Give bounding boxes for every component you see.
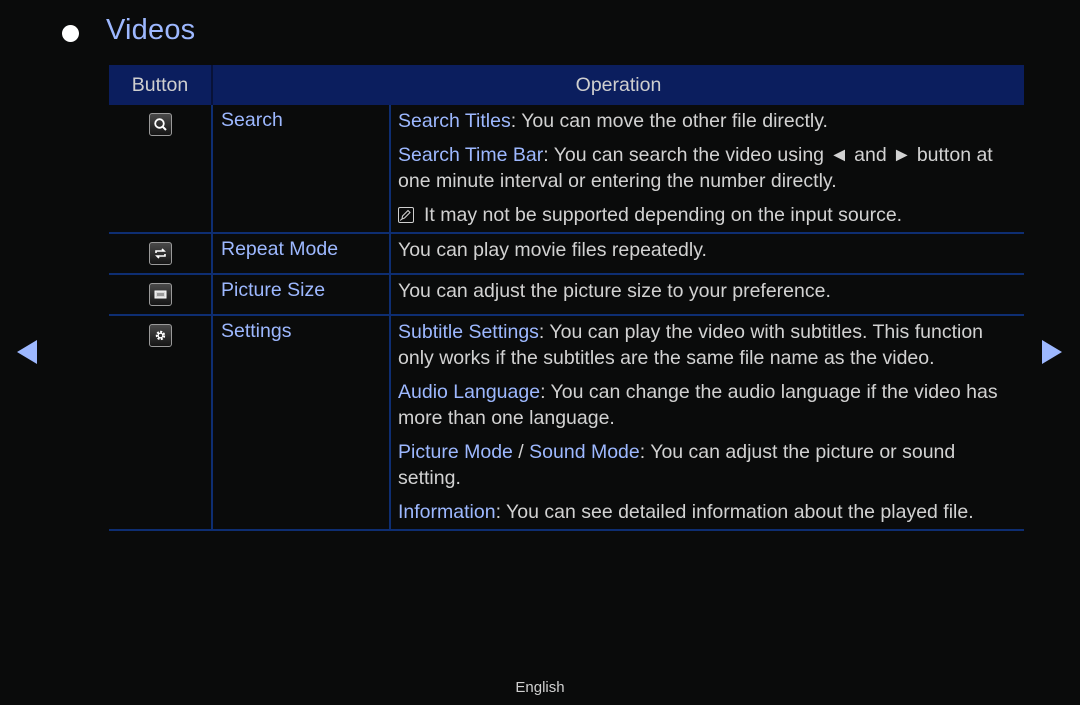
picture-size-icon (148, 283, 172, 306)
desc-paragraph: Subtitle Settings: You can play the vide… (398, 321, 984, 369)
button-name: Repeat Mode (212, 233, 391, 275)
note: It may not be supported depending on the… (398, 202, 1020, 228)
repeat-icon (148, 242, 172, 265)
desc-paragraph: Picture Mode / Sound Mode: You can adjus… (398, 441, 956, 489)
page-title: Videos (106, 14, 196, 46)
button-cell (109, 105, 213, 234)
header-button: Button (109, 65, 213, 105)
desc-paragraph: Search Time Bar: You can search the vide… (398, 144, 993, 192)
term: Sound Mode (529, 441, 640, 463)
term: Subtitle Settings (398, 321, 539, 343)
header-operation: Operation (212, 65, 1024, 105)
desc-paragraph: Information: You can see detailed inform… (398, 501, 974, 523)
note-icon (398, 207, 414, 223)
button-name: Settings (212, 315, 391, 531)
operation-description: You can adjust the picture size to your … (390, 274, 1024, 316)
operation-description: You can play movie files repeatedly. (390, 233, 1024, 275)
operation-description: Subtitle Settings: You can play the vide… (390, 315, 1024, 531)
term: Audio Language (398, 381, 541, 403)
table-header-row: Button Operation (109, 65, 1024, 105)
desc-paragraph: Search Titles: You can move the other fi… (398, 110, 828, 132)
settings-icon (148, 324, 172, 347)
operations-table: Button Operation Search Search Titles: Y… (109, 65, 1024, 531)
button-name: Search (212, 105, 391, 234)
button-cell (109, 315, 213, 531)
term: Search Titles (398, 110, 511, 132)
table-row-picture-size: Picture Size You can adjust the picture … (109, 274, 1024, 316)
desc-paragraph: Audio Language: You can change the audio… (398, 381, 998, 429)
button-cell (109, 274, 213, 316)
table-row-repeat-mode: Repeat Mode You can play movie files rep… (109, 233, 1024, 275)
table-row-search: Search Search Titles: You can move the o… (109, 105, 1024, 234)
footer-language: English (515, 679, 565, 696)
table-row-settings: Settings Subtitle Settings: You can play… (109, 315, 1024, 531)
title-bullet (62, 25, 79, 42)
search-icon (148, 113, 172, 136)
operation-description: Search Titles: You can move the other fi… (390, 105, 1024, 234)
button-name: Picture Size (212, 274, 391, 316)
term: Search Time Bar (398, 144, 544, 166)
button-cell (109, 233, 213, 275)
term: Picture Mode (398, 441, 513, 463)
triangle-left-icon[interactable] (17, 340, 37, 364)
triangle-right-icon[interactable] (1042, 340, 1062, 364)
term: Information (398, 501, 496, 523)
